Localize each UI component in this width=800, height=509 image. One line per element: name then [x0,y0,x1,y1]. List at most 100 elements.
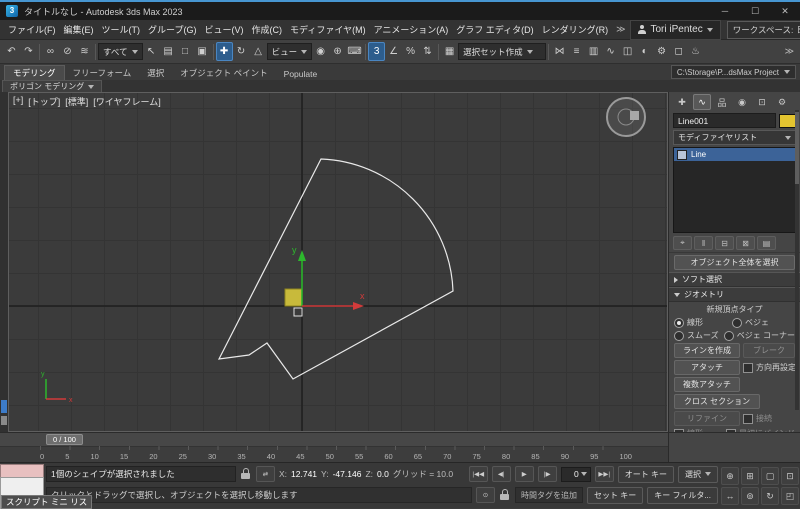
schematic-view-button[interactable]: ◫ [619,42,636,61]
vertex-type-bezier-radio[interactable] [732,317,742,328]
viewcube[interactable] [606,97,646,137]
time-slider-track[interactable]: 0 / 100 [0,433,668,447]
menu-tools[interactable]: ツール(T) [98,23,145,36]
add-time-tag[interactable]: 時間タグを追加 [515,487,584,503]
spinner-snap-button[interactable]: ⇅ [419,42,436,61]
zoom-region-icon[interactable]: ⊡ [781,467,799,485]
ribbon-tab-modeling[interactable]: モデリング [4,65,65,80]
object-name-field[interactable]: Line001 [673,113,776,128]
reference-coordinate-dropdown[interactable]: ビュー [266,43,313,60]
cross-section-button[interactable]: クロス セクション [674,394,760,409]
panel-scrollbar[interactable] [795,110,799,410]
configure-modifier-sets-button[interactable]: ▤ [757,236,776,250]
modifier-list-dropdown[interactable]: モディファイヤリスト [673,130,796,145]
gizmo-plane-handle[interactable] [284,288,303,307]
menu-rendering[interactable]: レンダリング(R) [538,23,613,36]
pan-icon[interactable]: ↔ [721,487,739,505]
macro-recorder-pane[interactable] [0,464,44,478]
hierarchy-tab[interactable]: 品 [713,94,731,110]
close-button[interactable]: ✕ [770,2,800,20]
account-menu[interactable]: Tori iPentec [629,19,721,40]
menu-graph-editors[interactable]: グラフ エディタ(D) [452,23,537,36]
zoom-all-icon[interactable]: ⊞ [741,467,759,485]
redo-button[interactable]: ↷ [20,42,37,61]
toolbar-overflow-icon[interactable]: ≫ [782,46,797,57]
viewport-style-label[interactable]: [ワイヤフレーム] [93,95,160,108]
menu-modifiers[interactable]: モディファイヤ(M) [286,23,370,36]
maximize-viewport-icon[interactable]: ◰ [781,487,799,505]
menu-create[interactable]: 作成(C) [247,23,286,36]
rendered-frame-window-button[interactable]: ◻ [670,42,687,61]
make-unique-button[interactable]: ⊟ [715,236,734,250]
soft-selection-rollout[interactable]: ソフト選択 [669,272,800,287]
select-and-manipulate-button[interactable]: ⊕ [329,42,346,61]
ribbon-tab-object-paint[interactable]: オブジェクト ペイント [172,66,275,80]
material-editor-button[interactable]: ◐ [636,42,653,61]
time-slider-handle[interactable]: 0 / 100 [46,434,83,445]
motion-tab[interactable]: ◉ [733,94,751,110]
angle-snap-button[interactable]: ∠ [385,42,402,61]
use-pivot-point-button[interactable]: ◉ [312,42,329,61]
modifier-stack[interactable]: Line [673,147,796,233]
percent-snap-button[interactable]: % [402,42,419,61]
menu-views[interactable]: ビュー(V) [200,23,247,36]
panel-scrollbar-thumb[interactable] [795,112,799,184]
rectangular-selection-region-button[interactable]: □ [177,42,194,61]
viewport-layout-tab[interactable] [1,400,7,413]
select-and-move-button[interactable]: ✚ [215,42,233,61]
modifier-stack-item-line[interactable]: Line [674,148,795,161]
minimize-button[interactable]: ─ [710,2,740,20]
spinner-icon[interactable] [580,472,587,476]
break-button[interactable]: ブレーク [743,343,795,358]
curve-editor-button[interactable]: ∿ [602,42,619,61]
unlink-selection-button[interactable]: ⊘ [59,42,76,61]
select-whole-object-button[interactable]: オブジェクト全体を選択 [674,255,795,270]
menu-overflow-icon[interactable]: ≫ [612,24,629,35]
vertex-type-bezier-corner-radio[interactable] [723,330,734,341]
create-line-button[interactable]: ラインを作成 [674,343,740,358]
mirror-button[interactable]: ⋈ [551,42,568,61]
remove-modifier-button[interactable]: ⊠ [736,236,755,250]
render-button[interactable]: ♨ [687,42,704,61]
menu-edit[interactable]: 編集(E) [60,23,98,36]
spline-shape[interactable] [217,158,454,380]
viewport-pov-label[interactable]: [トップ] [28,95,60,108]
create-tab[interactable]: ✚ [673,94,691,110]
orbit-icon[interactable]: ↻ [761,487,779,505]
absolute-offset-mode-toggle[interactable]: ⇄ [256,466,275,482]
ribbon-tab-freeform[interactable]: フリーフォーム [65,66,140,80]
y-coord-value[interactable]: -47.146 [333,469,362,479]
attach-button[interactable]: アタッチ [674,360,740,375]
display-tab[interactable]: ⊡ [753,94,771,110]
select-by-name-button[interactable]: ▤ [160,42,177,61]
project-folder-dropdown[interactable]: C:\Storage\P...dsMax Project [670,65,796,79]
snap-toggle-3d-button[interactable]: 3 [368,42,386,61]
go-to-start-button[interactable]: |◀◀ [468,466,488,482]
select-object-button[interactable]: ↖ [143,42,160,61]
menu-file[interactable]: ファイル(F) [4,23,60,36]
viewport-quality-label[interactable]: [標準] [65,95,88,108]
connect-checkbox[interactable] [743,413,753,424]
show-end-result-button[interactable]: ‖ [694,236,713,250]
modify-tab[interactable]: ∿ [693,94,711,110]
auto-key-button[interactable]: オート キー [617,465,674,483]
attach-multiple-button[interactable]: 複数アタッチ [674,377,740,392]
viewport-general-menu[interactable]: [+] [13,95,23,108]
selection-lock-toggle[interactable] [500,489,510,501]
go-to-end-button[interactable]: ▶▶| [594,466,614,482]
pin-stack-button[interactable]: ⌖ [673,236,692,250]
zoom-icon[interactable]: ⊕ [721,467,739,485]
ribbon-panel-polygon-modeling[interactable]: ポリゴン モデリング [2,80,103,92]
window-crossing-toggle[interactable]: ▣ [194,42,211,61]
set-key-button[interactable]: セット キー [587,486,644,504]
align-button[interactable]: ≡ [568,42,585,61]
menu-group[interactable]: グループ(G) [144,23,200,36]
key-mode-dropdown[interactable]: 選択 [678,465,718,483]
viewport-layout-tab-alt[interactable] [1,416,7,425]
reorient-checkbox[interactable] [743,362,753,373]
workspace-selector[interactable]: ワークスペース: 既定値 [726,20,800,39]
bind-to-space-warp-button[interactable]: ≋ [76,42,93,61]
play-button[interactable]: ▶ [514,466,534,482]
render-setup-button[interactable]: ⚙ [653,42,670,61]
top-viewport[interactable]: [+] [トップ] [標準] [ワイヤフレーム] y x y x [8,92,668,432]
